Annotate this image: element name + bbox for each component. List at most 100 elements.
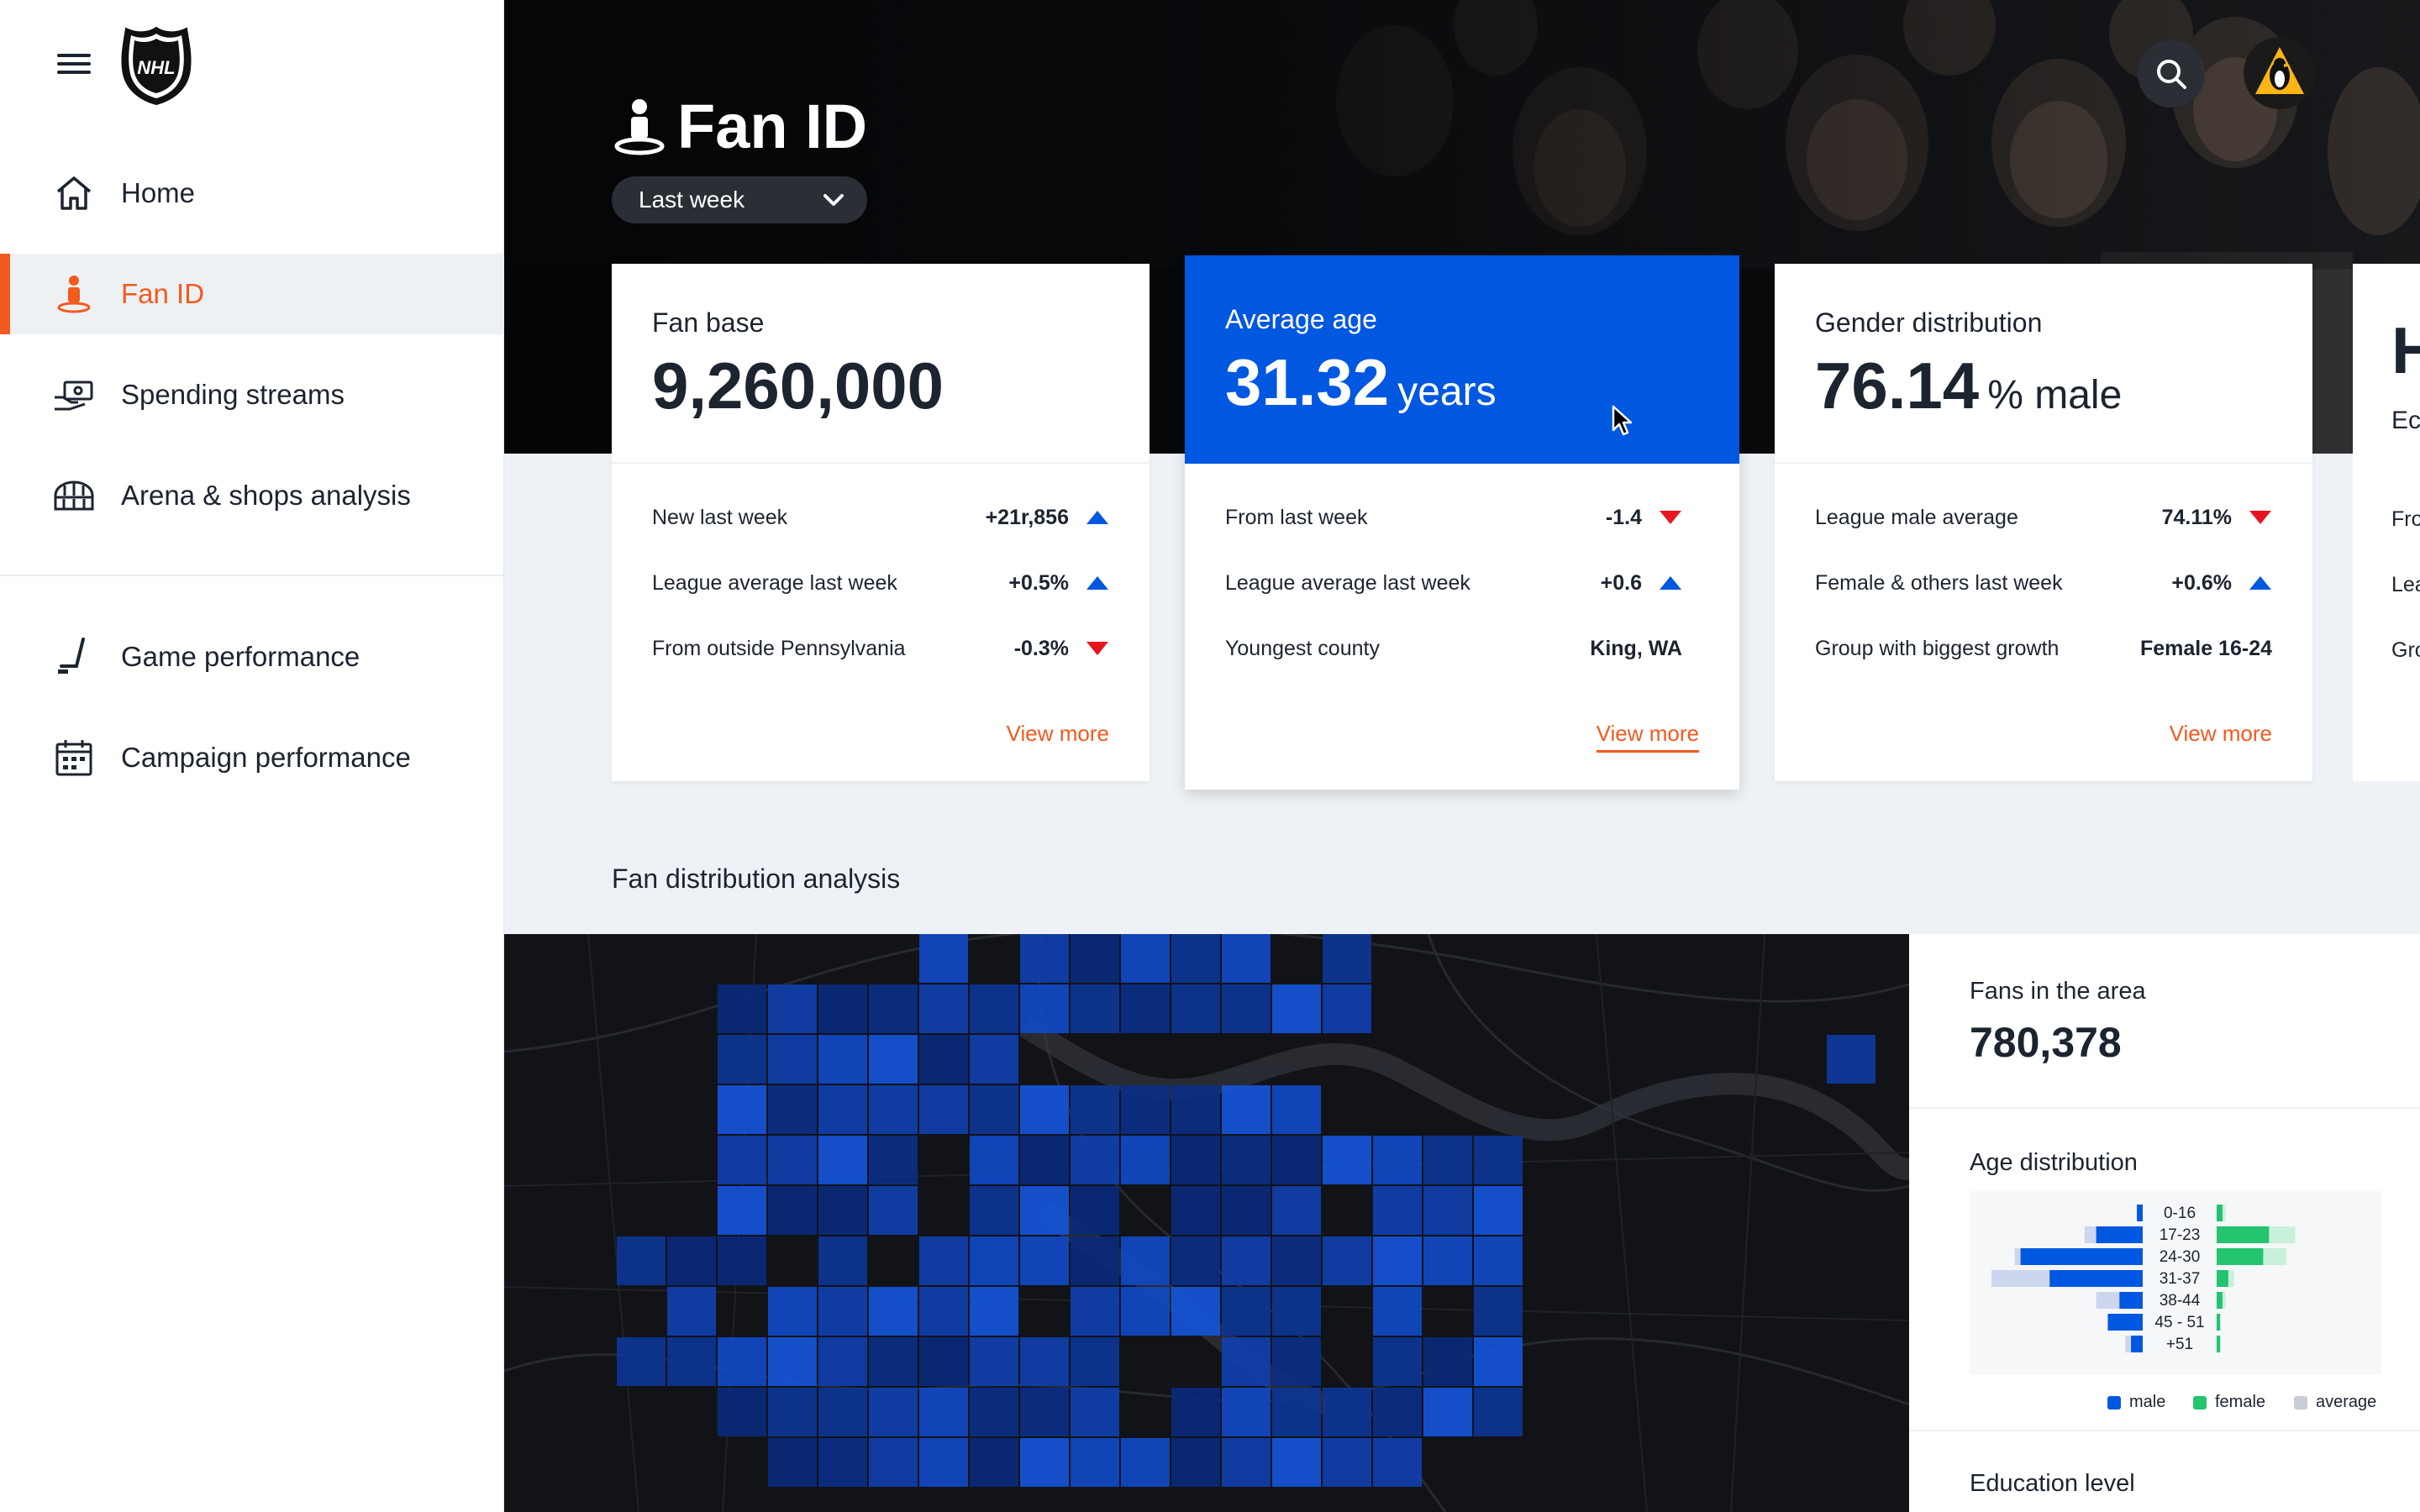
search-button[interactable] — [2138, 40, 2205, 108]
map-tile[interactable] — [718, 1186, 766, 1235]
map-tile[interactable] — [667, 1337, 716, 1386]
map-tile[interactable] — [768, 1337, 817, 1386]
map-tile[interactable] — [818, 1388, 867, 1436]
map-tile[interactable] — [1171, 1085, 1220, 1134]
average-age-card[interactable]: Average age 31.32 years From last week -1… — [1185, 255, 1739, 790]
map-tile[interactable] — [1272, 1236, 1321, 1285]
map-tile[interactable] — [818, 1337, 867, 1386]
map-tile[interactable] — [1272, 984, 1321, 1033]
map-tile[interactable] — [970, 1287, 1018, 1336]
sidebar-item-campaign-performance[interactable]: Campaign performance — [0, 717, 504, 798]
map-tile[interactable] — [1373, 1438, 1422, 1487]
map-tile[interactable] — [818, 1186, 867, 1235]
map-tile[interactable] — [1171, 1388, 1220, 1436]
map-tile[interactable] — [1171, 1186, 1220, 1235]
map-tile[interactable] — [919, 1085, 968, 1134]
map-canvas[interactable] — [504, 934, 1909, 1512]
map-tile[interactable] — [919, 1035, 968, 1084]
map-tile[interactable] — [1020, 934, 1069, 983]
map-tile[interactable] — [1121, 1438, 1170, 1487]
map-tile[interactable] — [1373, 1236, 1422, 1285]
map-tile[interactable] — [1222, 1085, 1270, 1134]
map-tile[interactable] — [970, 1236, 1018, 1285]
map-tile[interactable] — [1373, 1186, 1422, 1235]
map-tile[interactable] — [1222, 1186, 1270, 1235]
map-tile[interactable] — [869, 1287, 918, 1336]
map-tile[interactable] — [869, 1035, 918, 1084]
map-tile[interactable] — [1020, 1438, 1069, 1487]
map-tile[interactable] — [1373, 1337, 1422, 1386]
map-tile[interactable] — [1423, 1337, 1472, 1386]
map-tile[interactable] — [1222, 1438, 1270, 1487]
map-tile[interactable] — [1071, 1085, 1119, 1134]
map-tile[interactable] — [1222, 1136, 1270, 1184]
map-tile[interactable] — [1373, 1287, 1422, 1336]
view-more-link[interactable]: View more — [2170, 721, 2272, 747]
map-tile[interactable] — [818, 1085, 867, 1134]
map-tile[interactable] — [1373, 1388, 1422, 1436]
map-tile[interactable] — [1171, 1438, 1220, 1487]
map-tile[interactable] — [1272, 1337, 1321, 1386]
map-tile[interactable] — [1474, 1287, 1523, 1336]
map-tile[interactable] — [1020, 1236, 1069, 1285]
map-tile[interactable] — [1272, 1388, 1321, 1436]
map-tile[interactable] — [1474, 1388, 1523, 1436]
map-tile[interactable] — [617, 1337, 666, 1386]
map-tile[interactable] — [869, 1337, 918, 1386]
map-tile[interactable] — [1020, 984, 1069, 1033]
map-tile[interactable] — [1171, 1136, 1220, 1184]
map-tile[interactable] — [919, 984, 968, 1033]
map-tile[interactable] — [970, 984, 1018, 1033]
map-tile[interactable] — [1272, 1287, 1321, 1336]
map-tile[interactable] — [1020, 1136, 1069, 1184]
map-tile[interactable] — [1121, 934, 1170, 983]
map-tile[interactable] — [1071, 1186, 1119, 1235]
map-tile[interactable] — [718, 1388, 766, 1436]
map-tile[interactable] — [617, 1236, 666, 1285]
map-tile[interactable] — [869, 1136, 918, 1184]
map-tile[interactable] — [1071, 984, 1119, 1033]
map-tile[interactable] — [1171, 1287, 1220, 1336]
map-tile[interactable] — [1020, 1186, 1069, 1235]
map-tile[interactable] — [919, 1337, 968, 1386]
map-tile[interactable] — [1121, 1236, 1170, 1285]
map-tile[interactable] — [970, 1186, 1018, 1235]
map-tile[interactable] — [1222, 934, 1270, 983]
map-tile[interactable] — [768, 1136, 817, 1184]
map-tile[interactable] — [869, 1388, 918, 1436]
map-tile[interactable] — [1071, 1438, 1119, 1487]
map-tile[interactable] — [718, 1337, 766, 1386]
map-tile[interactable] — [919, 1287, 968, 1336]
map-tile[interactable] — [1272, 1085, 1321, 1134]
map-tile[interactable] — [1423, 1136, 1472, 1184]
map-tile[interactable] — [1323, 1438, 1371, 1487]
map-tile[interactable] — [869, 1186, 918, 1235]
map-tile[interactable] — [818, 1236, 867, 1285]
map-tile[interactable] — [1423, 1236, 1472, 1285]
map-tile[interactable] — [768, 1388, 817, 1436]
map-tile[interactable] — [1222, 1388, 1270, 1436]
map-tile[interactable] — [1222, 984, 1270, 1033]
map-tile[interactable] — [970, 1035, 1018, 1084]
map-tile[interactable] — [768, 1287, 817, 1336]
map-tile[interactable] — [1474, 1136, 1523, 1184]
nhl-logo[interactable]: NHL — [119, 25, 193, 106]
view-more-link[interactable]: View more — [1596, 721, 1699, 753]
map-tile[interactable] — [718, 1035, 766, 1084]
map-tile[interactable] — [1121, 1136, 1170, 1184]
map-tile[interactable] — [718, 1085, 766, 1134]
view-more-link[interactable]: View more — [1007, 721, 1109, 747]
map-tile[interactable] — [1272, 1186, 1321, 1235]
map-tile[interactable] — [919, 1388, 968, 1436]
map-tile[interactable] — [768, 984, 817, 1033]
map-tile[interactable] — [1121, 984, 1170, 1033]
map-tile[interactable] — [1323, 984, 1371, 1033]
map-tile[interactable] — [1071, 1388, 1119, 1436]
sidebar-item-home[interactable]: Home — [0, 153, 504, 234]
map-tile[interactable] — [1020, 1388, 1069, 1436]
map-tile[interactable] — [1222, 1287, 1270, 1336]
map-tile[interactable] — [818, 1136, 867, 1184]
map-tile[interactable] — [869, 1438, 918, 1487]
map-tile[interactable] — [768, 1186, 817, 1235]
map-tile[interactable] — [970, 1438, 1018, 1487]
